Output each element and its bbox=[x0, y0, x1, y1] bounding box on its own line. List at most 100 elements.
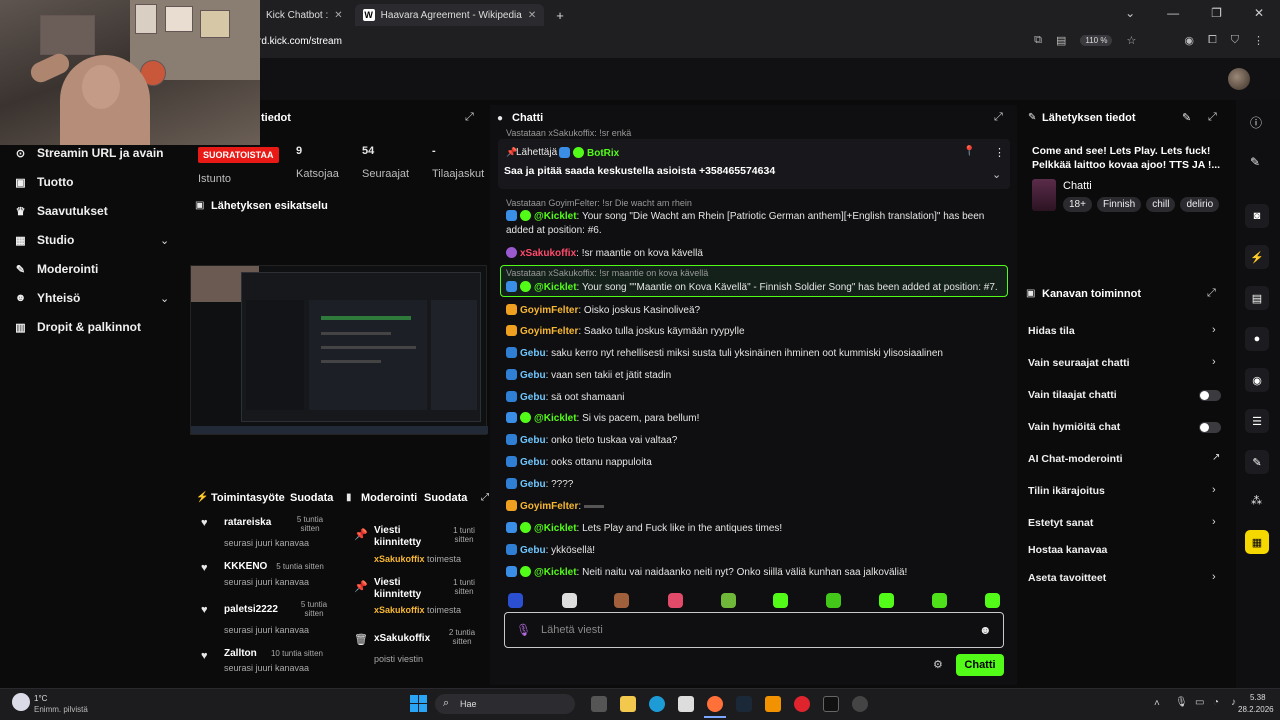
mic-tray-icon[interactable]: 🎙 bbox=[1175, 697, 1188, 708]
activity-user[interactable]: ratareiska bbox=[224, 517, 271, 528]
document-widget-icon[interactable]: ▤ bbox=[1245, 286, 1269, 310]
chevron-right-icon[interactable]: › bbox=[1212, 356, 1216, 368]
maximize-icon[interactable]: ❐ bbox=[1211, 6, 1222, 20]
tab-wikipedia[interactable]: W Haavara Agreement - Wikipedia ✕ bbox=[354, 4, 545, 26]
chat-widget-icon[interactable]: ● bbox=[1245, 327, 1269, 351]
chat-username[interactable]: Gebu bbox=[520, 545, 546, 556]
vlc-icon[interactable] bbox=[765, 696, 781, 712]
display-tray-icon[interactable]: ▭ bbox=[1195, 697, 1204, 708]
activity-user[interactable]: KKKENO bbox=[224, 561, 267, 572]
chevron-right-icon[interactable]: › bbox=[1212, 516, 1216, 528]
moderation-filter-button[interactable]: Suodata bbox=[424, 492, 467, 504]
menu-dots-icon[interactable]: ⋮ bbox=[1253, 34, 1264, 47]
taskbar-search[interactable] bbox=[435, 694, 575, 714]
volume-icon[interactable]: ♪ bbox=[1231, 697, 1236, 708]
tab-list-icon[interactable]: ⌄ bbox=[1125, 6, 1135, 20]
nav-community[interactable]: ☻ Yhteisö bbox=[14, 291, 81, 305]
mod-user[interactable]: xSakukoffix bbox=[374, 605, 425, 615]
chat-username[interactable]: @Kicklet bbox=[534, 567, 577, 578]
tag[interactable]: Finnish bbox=[1096, 197, 1142, 212]
expand-icon[interactable]: ⤢ bbox=[1208, 111, 1217, 124]
tag[interactable]: chill bbox=[1146, 197, 1176, 212]
terminal-icon[interactable] bbox=[823, 696, 839, 712]
unpin-icon[interactable]: 📍 bbox=[963, 146, 975, 157]
expand-icon[interactable]: ⤢ bbox=[1207, 287, 1216, 300]
tray-chevron-icon[interactable]: ˄ bbox=[1154, 698, 1160, 709]
emote-button[interactable] bbox=[562, 593, 577, 608]
action-slow-mode[interactable]: Hidas tila bbox=[1028, 325, 1075, 337]
nav-stream-url[interactable]: ⊙ Streamin URL ja avain bbox=[14, 146, 164, 160]
steam-icon[interactable] bbox=[736, 696, 752, 712]
close-window-icon[interactable]: ✕ bbox=[1254, 6, 1264, 20]
emote-button[interactable] bbox=[614, 593, 629, 608]
mic-icon[interactable]: 🎙 bbox=[516, 623, 531, 637]
store-icon[interactable] bbox=[678, 696, 694, 712]
address-bar[interactable]: rd.kick.com/stream bbox=[258, 36, 342, 47]
chat-username[interactable]: Gebu bbox=[520, 370, 546, 381]
action-age-restriction[interactable]: Tilin ikärajoitus bbox=[1028, 485, 1105, 497]
action-banned-words[interactable]: Estetyt sanat bbox=[1028, 517, 1093, 529]
zoom-level[interactable]: 110 % bbox=[1080, 35, 1113, 46]
chat-username[interactable]: Gebu bbox=[520, 435, 546, 446]
activity-user[interactable]: paletsi2222 bbox=[224, 604, 278, 615]
chat-username[interactable]: GoyimFelter bbox=[520, 305, 578, 316]
chat-username[interactable]: @Kicklet bbox=[534, 413, 577, 424]
extensions-icon[interactable]: ⧠ bbox=[1208, 34, 1217, 47]
nav-drops[interactable]: ▥ Dropit & palkinnot bbox=[14, 320, 141, 334]
tab-kick-chatbot[interactable]: Kick Chatbot : ✕ bbox=[258, 4, 351, 26]
nav-moderation[interactable]: ✎ Moderointi bbox=[14, 262, 98, 276]
send-chat-button[interactable]: Chatti bbox=[956, 654, 1004, 676]
clock-time[interactable]: 5.38 bbox=[1250, 693, 1266, 702]
chevron-down-icon[interactable]: ⌄ bbox=[160, 234, 169, 247]
tag[interactable]: 18+ bbox=[1063, 197, 1092, 212]
edit-icon[interactable]: ✎ bbox=[1182, 111, 1191, 124]
camera-widget-icon[interactable]: ◙ bbox=[1245, 204, 1269, 228]
chevron-down-icon[interactable]: ⌄ bbox=[992, 168, 1001, 181]
expand-icon[interactable]: ⤢ bbox=[465, 111, 474, 124]
screenshot-icon[interactable]: ⧉ bbox=[1034, 34, 1042, 47]
obs-icon[interactable] bbox=[852, 696, 868, 712]
close-tab-icon[interactable]: ✕ bbox=[334, 10, 342, 21]
chat-username[interactable]: GoyimFelter bbox=[520, 326, 578, 337]
shield-icon[interactable]: ⛉ bbox=[1231, 34, 1239, 47]
chat-username[interactable]: @Kicklet bbox=[534, 282, 577, 293]
chevron-right-icon[interactable]: › bbox=[1212, 324, 1216, 336]
emote-button[interactable] bbox=[668, 593, 683, 608]
emoji-icon[interactable]: ☻ bbox=[979, 623, 992, 637]
pencil-icon[interactable]: ✎ bbox=[1250, 155, 1260, 169]
chat-username[interactable]: @Kicklet bbox=[534, 211, 577, 222]
action-set-goals[interactable]: Aseta tavoitteet bbox=[1028, 572, 1106, 584]
task-view-icon[interactable] bbox=[591, 696, 607, 712]
nav-achievements[interactable]: ♛ Saavutukset bbox=[14, 204, 108, 218]
minimize-icon[interactable]: — bbox=[1167, 6, 1179, 20]
chat-username[interactable]: Gebu bbox=[520, 348, 546, 359]
opera-icon[interactable] bbox=[794, 696, 810, 712]
nav-studio[interactable]: ▦ Studio bbox=[14, 233, 74, 247]
expand-icon[interactable]: ⤢ bbox=[481, 492, 489, 503]
expand-icon[interactable]: ⤢ bbox=[994, 111, 1003, 124]
chat-username[interactable]: @Kicklet bbox=[534, 523, 577, 534]
action-host-channel[interactable]: Hostaa kanavaa bbox=[1028, 544, 1107, 556]
reader-icon[interactable]: ▤ bbox=[1056, 34, 1066, 47]
stream-preview[interactable] bbox=[190, 265, 488, 435]
emote-button[interactable] bbox=[879, 593, 894, 608]
lightning-widget-icon[interactable]: ⚡ bbox=[1245, 245, 1269, 269]
emote-button[interactable] bbox=[721, 593, 736, 608]
user-avatar[interactable] bbox=[1228, 68, 1250, 90]
emote-button[interactable] bbox=[508, 593, 523, 608]
weather-icon[interactable] bbox=[12, 693, 30, 711]
nav-revenue[interactable]: ▣ Tuotto bbox=[14, 175, 73, 189]
wrench-widget-icon[interactable]: ✎ bbox=[1245, 450, 1269, 474]
activity-user[interactable]: Zallton bbox=[224, 648, 257, 659]
chat-username[interactable]: xSakukoffix bbox=[520, 248, 576, 259]
emote-button[interactable] bbox=[985, 593, 1000, 608]
chat-username[interactable]: Gebu bbox=[520, 392, 546, 403]
profile-icon[interactable]: ◉ bbox=[1184, 34, 1194, 47]
category-name[interactable]: Chatti bbox=[1063, 180, 1092, 192]
connections-icon[interactable]: ⁂ bbox=[1251, 494, 1262, 507]
new-tab-button[interactable]: + bbox=[548, 4, 572, 26]
emote-button[interactable] bbox=[826, 593, 841, 608]
clapperboard-widget-icon[interactable]: ▦ bbox=[1245, 530, 1269, 554]
emote-button[interactable] bbox=[932, 593, 947, 608]
chat-username[interactable]: GoyimFelter bbox=[520, 501, 578, 512]
